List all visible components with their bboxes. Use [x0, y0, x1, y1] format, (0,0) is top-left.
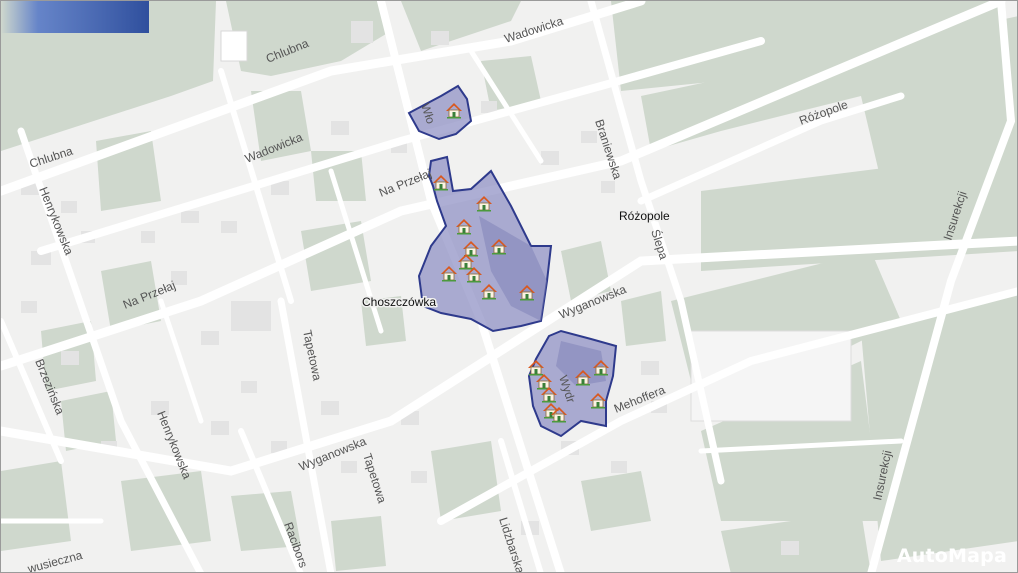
place-label-choszczowka: Choszczówka: [362, 295, 436, 309]
place-label-rozopole: Różopole: [619, 209, 670, 223]
brand-badge: [1, 1, 149, 33]
map-layer[interactable]: Chlubna Chlubna Wadowicka Wadowicka Na P…: [1, 1, 1018, 573]
brand-logo-text: AutoMapa: [896, 545, 1007, 567]
map-canvas[interactable]: Chlubna Chlubna Wadowicka Wadowicka Na P…: [0, 0, 1018, 573]
